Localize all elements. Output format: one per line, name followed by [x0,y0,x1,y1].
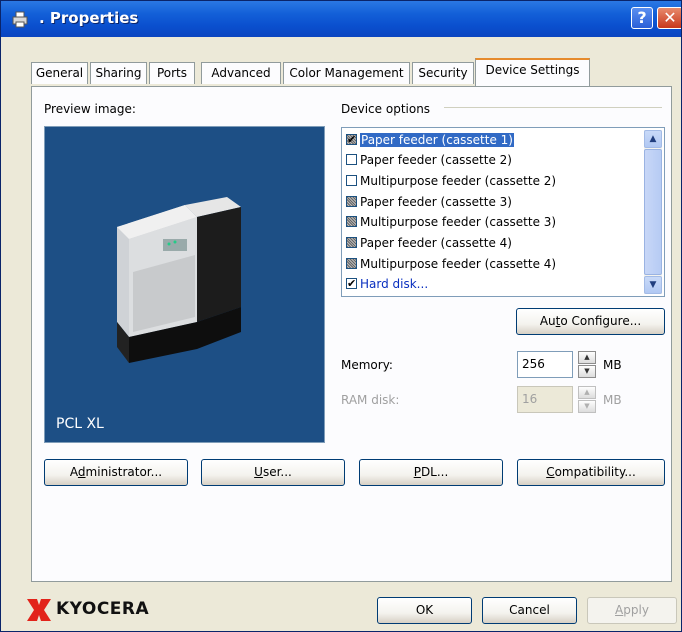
ram-disk-spinner[interactable]: ▲ ▼ [578,386,596,413]
pdl-button[interactable]: PDL... [359,459,503,486]
checkbox[interactable] [346,175,357,186]
option-label: Hard disk... [360,277,429,291]
option-label: Paper feeder (cassette 3) [360,195,512,209]
option-label: Multipurpose feeder (cassette 4) [360,257,557,271]
options-scrollbar[interactable]: ▲ ▼ [644,130,662,294]
window-title: . Properties [39,9,139,27]
option-label: Paper feeder (cassette 2) [360,153,512,167]
button-label: ser... [262,465,292,479]
spin-down-icon[interactable]: ▼ [578,400,596,413]
checkbox[interactable] [346,216,357,227]
scroll-up-icon[interactable]: ▲ [644,130,662,148]
memory-label: Memory: [341,358,393,372]
checkbox[interactable] [346,130,357,150]
brand-name: KYOCERA [56,599,150,619]
ram-disk-unit: MB [603,393,622,407]
tab-sharing[interactable]: Sharing [90,62,147,84]
option-paper-feeder-cassette-4[interactable]: Paper feeder (cassette 4) [346,233,512,253]
preview-caption: PCL XL [56,416,104,432]
group-divider [444,107,662,108]
device-options-label: Device options [341,102,431,116]
title-bar[interactable]: . Properties ? ✕ [1,1,681,37]
option-paper-feeder-cassette-1[interactable]: Paper feeder (cassette 1) [346,130,515,150]
scroll-down-icon[interactable]: ▼ [644,276,662,294]
checkbox[interactable] [346,196,357,207]
administrator-button[interactable]: Administrator... [44,459,188,486]
auto-configure-button[interactable]: Auto Configure... [516,308,665,335]
preview-label: Preview image: [44,102,136,116]
memory-unit: MB [603,358,622,372]
tab-device-settings[interactable]: Device Settings [475,58,590,86]
button-label: o Configure... [560,314,642,328]
option-label: Paper feeder (cassette 1) [359,132,515,148]
button-label: ministrator... [85,465,163,479]
option-multipurpose-feeder-cassette-4[interactable]: Multipurpose feeder (cassette 4) [346,254,556,274]
option-paper-feeder-cassette-2[interactable]: Paper feeder (cassette 2) [346,150,512,170]
button-label: Au [539,314,556,328]
option-label: Multipurpose feeder (cassette 3) [360,215,557,229]
cancel-button[interactable]: Cancel [482,597,577,624]
printer-image [117,197,241,363]
button-label-mnemonic: U [254,465,263,479]
device-options-list[interactable]: Paper feeder (cassette 1) Paper feeder (… [341,127,665,297]
button-label-mnemonic: C [546,465,555,479]
button-label: A [69,465,78,479]
tab-security[interactable]: Security [412,62,474,84]
tab-advanced[interactable]: Advanced [201,62,281,84]
button-label-mnemonic: d [77,465,86,479]
checkbox[interactable] [346,237,357,248]
checkbox[interactable] [346,154,357,165]
spin-up-icon[interactable]: ▲ [578,386,596,399]
scroll-thumb[interactable] [644,149,662,275]
checkbox[interactable] [346,274,357,294]
option-hard-disk[interactable]: Hard disk... [346,274,428,294]
option-label: Paper feeder (cassette 4) [360,236,512,250]
button-label-mnemonic: P [413,465,421,479]
user-button[interactable]: User... [201,459,345,486]
apply-button[interactable]: Apply [587,597,677,624]
ram-disk-field[interactable]: 16 [517,386,573,413]
ok-button[interactable]: OK [377,597,472,624]
option-label: Multipurpose feeder (cassette 2) [360,174,557,188]
tab-color-management[interactable]: Color Management [283,62,410,84]
tab-ports[interactable]: Ports [149,62,195,84]
button-label: ompatibility... [554,465,636,479]
help-icon[interactable]: ? [631,7,653,29]
button-label: pply [623,603,649,617]
spin-up-icon[interactable]: ▲ [578,351,596,364]
option-multipurpose-feeder-cassette-2[interactable]: Multipurpose feeder (cassette 2) [346,171,556,191]
memory-field[interactable]: 256 [517,351,573,378]
properties-window: . Properties ? ✕ General Sharing Ports A… [0,0,682,632]
option-multipurpose-feeder-cassette-3[interactable]: Multipurpose feeder (cassette 3) [346,212,556,232]
compatibility-button[interactable]: Compatibility... [517,459,665,486]
close-icon[interactable]: ✕ [657,7,681,29]
button-label: DL... [420,465,449,479]
printer-icon [12,11,28,28]
option-paper-feeder-cassette-3[interactable]: Paper feeder (cassette 3) [346,192,512,212]
ram-disk-label: RAM disk: [341,393,400,407]
memory-spinner[interactable]: ▲ ▼ [578,351,596,378]
kyocera-logo-icon [27,599,51,621]
tab-general[interactable]: General [31,62,88,84]
checkbox[interactable] [346,258,357,269]
spin-down-icon[interactable]: ▼ [578,365,596,378]
preview-image: PCL XL [44,126,325,443]
